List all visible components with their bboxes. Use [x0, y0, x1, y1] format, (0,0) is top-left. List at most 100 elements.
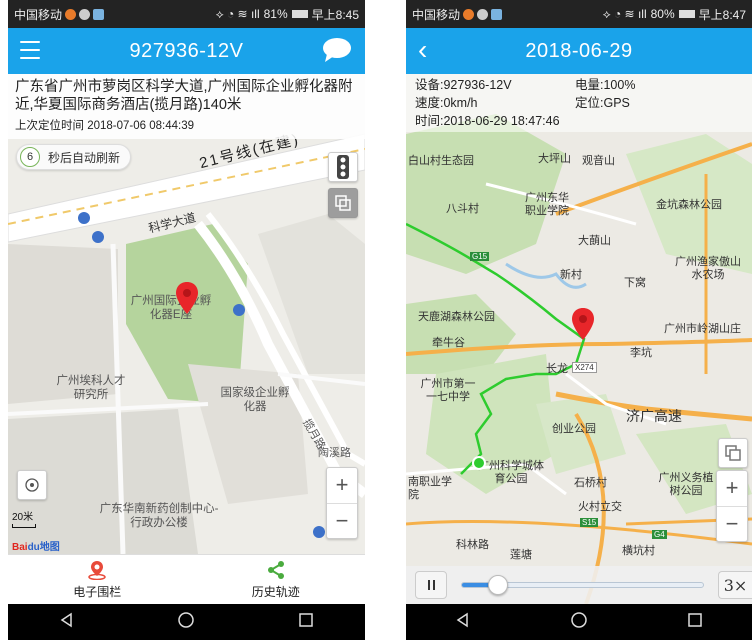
- map-label-dazhaoshan: 大蓢山: [578, 235, 611, 247]
- system-nav-bar: [406, 604, 752, 640]
- map-label-tiyu: 广州科学城体育公园: [478, 460, 544, 485]
- playback-bar: 3×: [406, 566, 752, 604]
- map-scale: 20米: [12, 508, 36, 528]
- map-label-hengkeng: 横坑村: [622, 545, 655, 557]
- layer-switch-button[interactable]: [718, 438, 748, 468]
- location-fence-icon: [88, 560, 106, 580]
- gallery-icon: [491, 8, 503, 20]
- map-label-jinkeng: 金坑森林公园: [656, 199, 722, 211]
- map-label-incubator: 广州国际企业孵化器E座: [130, 295, 212, 321]
- left-phone-screen: 21号线(在建) 科学大道 广州国际企业孵化器E座 广州埃科人才研究所 国家级企…: [8, 0, 365, 640]
- nav-label-fence: 电子围栏: [73, 584, 122, 599]
- map-label-x274: X274: [572, 362, 597, 373]
- battery-percent: 81%: [263, 7, 288, 21]
- nav-item-fence[interactable]: 电子围栏: [8, 555, 187, 604]
- scale-label: 20米: [12, 512, 34, 523]
- battery-percent: 80%: [650, 7, 675, 21]
- auto-refresh-pill[interactable]: 6 秒后自动刷新: [16, 144, 132, 170]
- locate-me-button[interactable]: [17, 470, 47, 500]
- home-circle-icon[interactable]: [570, 611, 588, 634]
- pause-button[interactable]: [415, 571, 447, 599]
- zoom-in-button[interactable]: +: [717, 471, 747, 507]
- app-bar: 927936-12V: [8, 28, 365, 74]
- crosshair-icon: [25, 478, 39, 492]
- system-nav-bar: [8, 604, 365, 640]
- menu-icon[interactable]: [20, 41, 40, 59]
- carrier-label: 中国移动: [412, 7, 461, 22]
- back-triangle-icon[interactable]: [455, 612, 471, 633]
- nav-label-history: 历史轨迹: [251, 584, 300, 599]
- map-label-huocun: 火村立交: [578, 501, 622, 513]
- playback-slider[interactable]: [461, 575, 704, 595]
- layers-icon: [335, 195, 351, 211]
- heart-icon: [65, 8, 77, 20]
- last-location-time: 上次定位时间 2018-07-06 08:44:39: [15, 120, 194, 132]
- zoom-out-button[interactable]: −: [327, 504, 357, 539]
- track-map-view[interactable]: 白山村生态园 大坪山 观音山 广州东华职业学院 八斗村 金坑森林公园 大蓢山 新…: [406, 74, 752, 604]
- map-label-taoxi: 陶溪路: [318, 447, 351, 459]
- map-label-huanan: 广东华南新药创制中心-行政办公楼: [99, 503, 219, 529]
- page-title: 927936-12V: [129, 39, 244, 62]
- location-pin-icon[interactable]: [175, 282, 199, 314]
- map-label-baiyun: 白山村生态园: [408, 155, 474, 167]
- chat-icon[interactable]: [321, 36, 353, 64]
- battery-level: 电量:100%: [575, 78, 636, 92]
- zoom-control: + −: [326, 467, 358, 539]
- traffic-light-icon: [337, 155, 349, 179]
- signal-icon: ⟡ ◔ ≋ ıll: [215, 6, 260, 21]
- map-label-kelin: 科林路: [456, 539, 489, 551]
- map-label-xiawo: 下窝: [624, 277, 646, 289]
- device-info-panel: 设备:927936-12V 电量:100% 速度:0km/h 定位:GPS 时间…: [406, 74, 752, 132]
- map-label-college: 广州东华职业学院: [525, 192, 569, 217]
- bus-stop-icon: [233, 304, 245, 316]
- map-label-aiscience: 广州埃科人才研究所: [56, 375, 126, 401]
- map-label-jiguang: 济广高速: [626, 408, 682, 424]
- home-circle-icon[interactable]: [177, 611, 195, 634]
- address-text: 广东省广州市萝岗区科学大道,广州国际企业孵化器附近,华夏国际商务酒店(揽月路)1…: [15, 79, 353, 113]
- map-label-guanyinshan: 观音山: [582, 155, 615, 167]
- status-bar: 中国移动 ⟡ ◔ ≋ ıll 80% 早上8:47: [406, 0, 752, 28]
- nav-item-history[interactable]: 历史轨迹: [187, 555, 366, 604]
- recents-square-icon[interactable]: [298, 612, 314, 633]
- heart-icon: [463, 8, 475, 20]
- layer-switch-button[interactable]: [328, 188, 358, 218]
- device-id: 设备:927936-12V: [415, 78, 512, 92]
- battery-icon: [678, 10, 695, 18]
- locate-mode: 定位:GPS: [575, 96, 630, 110]
- map-label-lianlu: 莲塘: [510, 549, 532, 561]
- bus-stop-icon: [313, 526, 325, 538]
- clock: 早上8:45: [311, 7, 359, 22]
- map-label-changlong: 长龙: [546, 363, 568, 375]
- gallery-icon: [93, 8, 105, 20]
- baidu-map-logo: Baidu地图: [12, 542, 60, 553]
- right-phone-screen: 白山村生态园 大坪山 观音山 广州东华职业学院 八斗村 金坑森林公园 大蓢山 新…: [406, 0, 752, 640]
- track-pin-icon[interactable]: [571, 308, 595, 340]
- back-arrow-icon[interactable]: ‹: [418, 36, 427, 64]
- traffic-toggle-button[interactable]: [328, 152, 358, 182]
- recents-square-icon[interactable]: [687, 612, 703, 633]
- zoom-in-button[interactable]: +: [327, 468, 357, 504]
- speed-value: 速度:0km/h: [415, 96, 478, 110]
- map-label-shiqiao: 石桥村: [574, 477, 607, 489]
- bottom-nav: 电子围栏 历史轨迹: [8, 554, 365, 604]
- back-triangle-icon[interactable]: [59, 612, 75, 633]
- map-label-g4: G4: [652, 530, 667, 539]
- map-label-yiwu: 广州义务植树公园: [658, 472, 714, 497]
- map-label-lingshanzhuang: 广州市岭湖山庄: [664, 323, 741, 335]
- map-label-no17: 广州市第一一七中学: [420, 378, 476, 403]
- status-bar: 中国移动 ⟡ ◔ ≋ ıll 81% 早上8:45: [8, 0, 365, 28]
- app-icon: [477, 8, 489, 20]
- playback-speed-button[interactable]: 3×: [718, 571, 752, 599]
- carrier-label: 中国移动: [14, 7, 63, 22]
- battery-icon: [291, 10, 308, 18]
- zoom-out-button[interactable]: −: [717, 507, 747, 542]
- share-track-icon: [267, 560, 284, 579]
- map-label-s15: S15: [580, 518, 599, 527]
- map-label-chuangye: 创业公园: [552, 423, 596, 435]
- clock: 早上8:47: [698, 7, 746, 22]
- map-label-bashicun: 八斗村: [446, 203, 479, 215]
- playback-slider-thumb[interactable]: [488, 575, 509, 595]
- map-label-national: 国家级企业孵化器: [220, 387, 290, 413]
- zoom-control: + −: [716, 470, 748, 542]
- layers-icon: [725, 445, 741, 461]
